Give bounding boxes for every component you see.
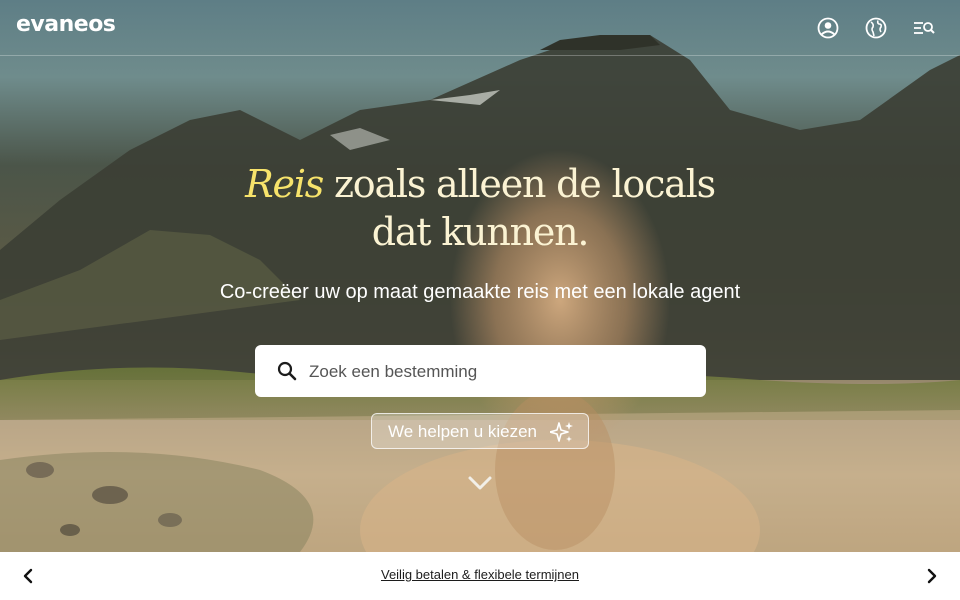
hero-subtitle: Co-creëer uw op maat gemaakte reis met e… <box>219 281 741 303</box>
chevron-right-icon[interactable] <box>922 566 942 586</box>
hero-headline: Reis zoals alleen de locals dat kunnen. <box>0 160 960 256</box>
hero-section: evaneos Reis zoals alleen de locals dat … <box>0 0 960 552</box>
destination-search-input[interactable] <box>307 345 691 399</box>
headline-line1-rest: zoals alleen de locals <box>323 162 716 206</box>
globe-icon[interactable] <box>864 16 888 40</box>
site-header: evaneos <box>0 0 960 56</box>
headline-accent: Reis <box>245 162 324 206</box>
promo-link[interactable]: Veilig betalen & flexibele termijnen <box>381 567 579 582</box>
search-menu-icon[interactable] <box>912 16 936 40</box>
help-choose-label: We helpen u kiezen <box>388 422 538 441</box>
evaneos-logo[interactable]: evaneos <box>16 12 116 37</box>
chevron-down-icon[interactable] <box>466 471 494 495</box>
destination-search-box[interactable] <box>255 345 706 399</box>
promo-banner: Veilig betalen & flexibele termijnen <box>0 552 960 600</box>
sparkle-icon <box>550 422 573 442</box>
promo-text: Veilig betalen & flexibele termijnen <box>0 567 960 582</box>
account-icon[interactable] <box>816 16 840 40</box>
headline-line2: dat kunnen. <box>371 210 590 254</box>
hero-background-image <box>0 35 960 552</box>
search-icon <box>277 361 297 381</box>
help-choose-button[interactable]: We helpen u kiezen <box>371 413 589 449</box>
